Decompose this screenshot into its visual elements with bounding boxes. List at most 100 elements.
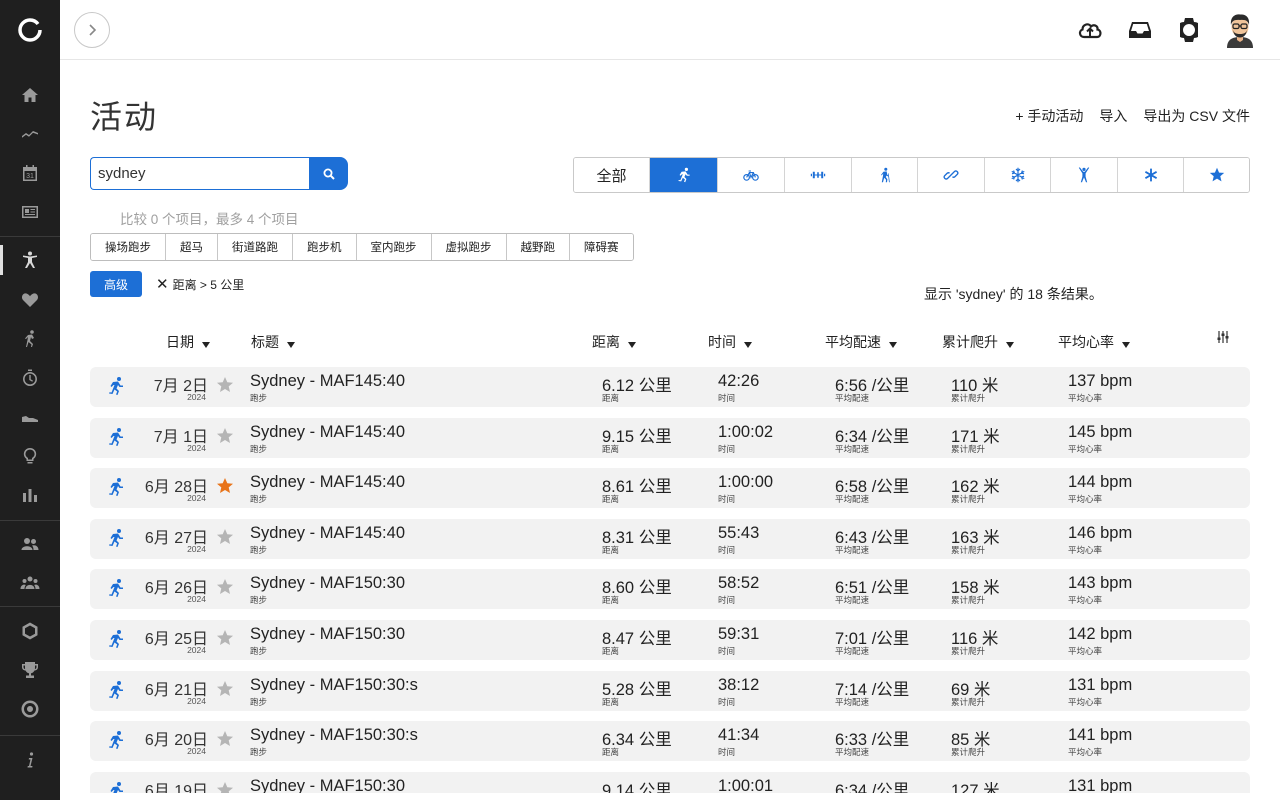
search-button[interactable] [309, 157, 348, 190]
gear-shoe-icon[interactable] [0, 400, 60, 434]
favorite-star-icon[interactable] [216, 528, 234, 546]
connections-icon[interactable] [0, 527, 60, 561]
add-manual-activity-link[interactable]: + 手动活动 [1015, 106, 1083, 126]
type-other-button[interactable] [1118, 158, 1184, 192]
favorite-star-icon[interactable] [216, 578, 234, 596]
table-row[interactable]: 6月 26日 2024 Sydney - MAF150:30 跑步 8.60 公里 距离 5… [90, 569, 1250, 610]
training-icon[interactable] [0, 322, 60, 356]
device-watch-icon[interactable] [1174, 15, 1204, 45]
activity-title-link[interactable]: Sydney - MAF145:40 [250, 423, 405, 442]
activity-title-link[interactable]: Sydney - MAF145:40 [250, 524, 405, 543]
column-ascent[interactable]: 累计爬升 [942, 332, 1014, 352]
cell-ascent-label: 累计爬升 [951, 646, 986, 656]
export-csv-link[interactable]: 导出为 CSV 文件 [1143, 106, 1250, 126]
multisport-icon [943, 170, 959, 180]
favorite-star-icon[interactable] [216, 427, 234, 445]
table-row[interactable]: 6月 25日 2024 Sydney - MAF150:30 跑步 8.47 公里 距离 5… [90, 620, 1250, 660]
activity-year: 2024 [187, 645, 206, 655]
table-row[interactable]: 6月 21日 2024 Sydney - MAF150:30:s 跑步 5.28 公里距… [90, 670, 1250, 711]
activity-title-link[interactable]: Sydney - MAF150:30:s [250, 676, 418, 695]
cell-pace-label: 平均配速 [835, 747, 870, 758]
goals-target-icon[interactable] [0, 692, 60, 726]
cell-pace-label: 平均配速 [835, 494, 870, 505]
stopwatch-icon[interactable] [0, 361, 60, 395]
column-date[interactable]: 日期 [166, 332, 210, 352]
advanced-filter-button[interactable]: 高级 [90, 271, 142, 297]
cell-ascent-label: 累计爬升 [951, 443, 986, 454]
column-settings-icon[interactable] [1216, 330, 1230, 347]
table-row[interactable]: 6月 19日2024Sydney - MAF150:30跑步9.14 公里距离1… [90, 771, 1250, 793]
table-row[interactable]: 6月 20日 2024 Sydney - MAF150:30:s 跑步 6.34 公里距… [90, 721, 1250, 762]
type-favorites-button[interactable] [1184, 158, 1249, 192]
search-input[interactable] [90, 157, 310, 190]
table-row[interactable]: 6月 28日 2024 Sydney - MAF145:40 跑步 8.61 公里 距离 1… [90, 468, 1250, 509]
newsfeed-icon[interactable] [0, 195, 60, 229]
insights-bulb-icon[interactable] [0, 439, 60, 473]
column-avg-hr[interactable]: 平均心率 [1058, 332, 1130, 352]
subtype-track-running[interactable]: 操场跑步 [91, 234, 166, 260]
activity-title-link[interactable]: Sydney - MAF145:40 [250, 372, 405, 391]
subtype-obstacle-run[interactable]: 障碍赛 [570, 234, 633, 260]
type-hike-button[interactable] [852, 158, 918, 192]
activities-icon[interactable] [0, 243, 60, 277]
favorite-star-icon[interactable] [216, 730, 234, 748]
svg-text:31: 31 [26, 173, 34, 180]
reports-icon[interactable] [0, 478, 60, 512]
expand-sidebar-button[interactable] [74, 12, 110, 48]
subtype-street-running[interactable]: 街道路跑 [218, 234, 293, 260]
inbox-icon[interactable] [1125, 15, 1155, 45]
subtype-treadmill[interactable]: 跑步机 [293, 234, 357, 260]
type-bike-button[interactable] [718, 158, 785, 192]
type-strength-button[interactable] [785, 158, 852, 192]
favorite-star-icon[interactable] [216, 376, 234, 394]
column-distance[interactable]: 距离 [592, 332, 636, 352]
badges-icon[interactable] [0, 614, 60, 648]
upload-cloud-icon[interactable] [1075, 15, 1105, 45]
cell-pace-label: 平均配速 [835, 544, 870, 555]
table-row[interactable]: 6月 27日 2024 Sydney - MAF145:40 跑步 8.31 公里 距离 5… [90, 518, 1250, 559]
type-all-button[interactable]: 全部 [574, 158, 650, 192]
table-row[interactable]: 7月 2日 2024 Sydney - MAF145:40 跑步 6.12 公里 距离 42… [90, 367, 1250, 407]
favorite-star-icon[interactable] [216, 629, 234, 647]
activity-title-link[interactable]: Sydney - MAF150:30 [250, 574, 405, 593]
remove-filter-icon[interactable]: ✕ [156, 277, 169, 292]
favorite-star-icon[interactable] [216, 477, 234, 495]
cell-hr-label: 平均心率 [1068, 696, 1103, 707]
type-winter-button[interactable] [985, 158, 1051, 192]
subtype-ultra-run[interactable]: 超马 [166, 234, 218, 260]
app-logo-icon[interactable] [0, 0, 60, 60]
type-multisport-button[interactable] [918, 158, 985, 192]
health-heart-icon[interactable] [0, 283, 60, 317]
cell-time-label: 时间 [718, 443, 736, 454]
activity-title-link[interactable]: Sydney - MAF150:30:s [250, 726, 418, 745]
subtype-trail-running[interactable]: 越野跑 [506, 234, 570, 260]
import-link[interactable]: 导入 [1099, 106, 1127, 126]
type-other-sport-button[interactable] [1051, 158, 1118, 192]
activity-title-link[interactable]: Sydney - MAF150:30 [250, 625, 405, 644]
run-icon [106, 376, 126, 396]
column-time[interactable]: 时间 [708, 332, 752, 352]
activity-type-label: 跑步 [250, 696, 268, 707]
activity-type-label: 跑步 [250, 544, 268, 555]
activity-title-link[interactable]: Sydney - MAF145:40 [250, 473, 405, 492]
home-icon[interactable] [0, 78, 60, 112]
trophy-icon[interactable] [0, 653, 60, 687]
sort-caret-icon [202, 341, 210, 348]
column-title[interactable]: 标题 [251, 332, 295, 352]
cell-hr-label: 平均心率 [1068, 646, 1103, 656]
cell-pace-label: 平均配速 [835, 646, 870, 656]
favorite-star-icon[interactable] [216, 781, 234, 793]
favorite-star-icon[interactable] [216, 680, 234, 698]
subtype-virtual-run[interactable]: 虚拟跑步 [431, 234, 507, 260]
avatar[interactable] [1224, 12, 1256, 48]
activity-title-link[interactable]: Sydney - MAF150:30 [250, 777, 405, 793]
info-icon[interactable] [0, 743, 60, 777]
table-row[interactable]: 7月 1日 2024 Sydney - MAF145:40 跑步 9.15 公里 距离 1:… [90, 417, 1250, 458]
insights-icon[interactable] [0, 117, 60, 151]
column-pace[interactable]: 平均配速 [825, 332, 897, 352]
groups-icon[interactable] [0, 566, 60, 600]
cell-time: 55:43 [718, 523, 760, 542]
subtype-indoor-running[interactable]: 室内跑步 [356, 234, 432, 260]
calendar-icon[interactable]: 31 [0, 156, 60, 190]
type-run-button[interactable] [650, 158, 718, 192]
